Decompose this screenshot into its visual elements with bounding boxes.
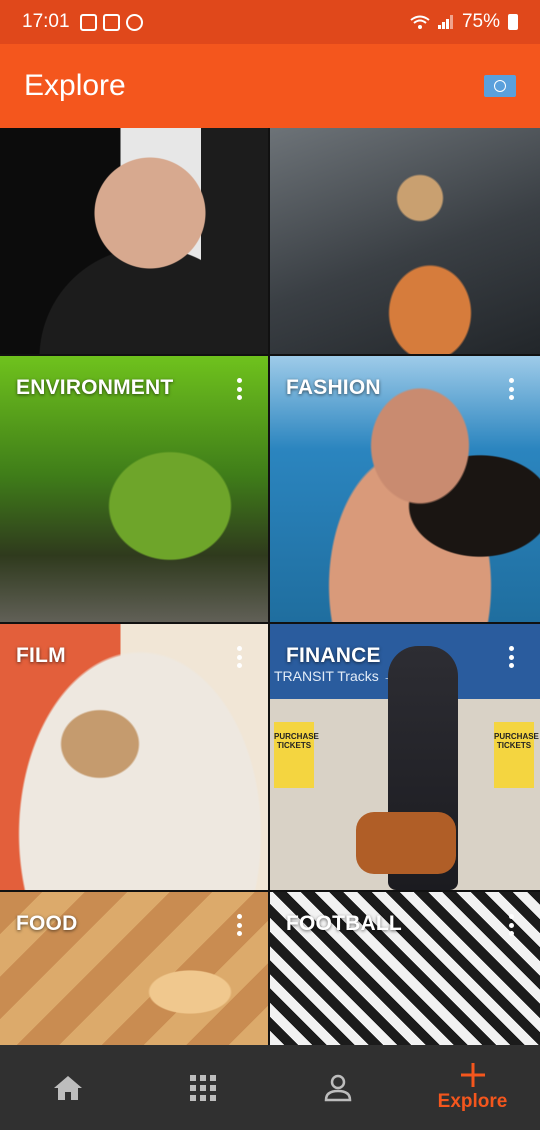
photo-bag [356, 812, 456, 874]
nav-explore-label: Explore [437, 1090, 508, 1112]
grid-icon [189, 1074, 216, 1101]
more-options-icon[interactable] [236, 378, 242, 400]
nav-explore[interactable]: Explore [405, 1045, 540, 1130]
wifi-icon [410, 15, 430, 29]
checkbox-icon [102, 13, 120, 31]
status-notification-icons [79, 13, 143, 31]
ticket-sign-right: PURCHASE TICKETS [494, 722, 539, 788]
signal-icon [437, 15, 453, 29]
battery-icon [508, 14, 518, 30]
bottom-nav: Explore [0, 1045, 540, 1130]
category-tile[interactable] [270, 128, 540, 354]
more-options-icon[interactable] [236, 914, 242, 936]
category-tile-football[interactable]: FOOTBALL [270, 892, 540, 1045]
more-options-icon[interactable] [508, 378, 514, 400]
battery-percentage: 75% [461, 11, 500, 32]
tile-label: FOOD [16, 912, 78, 935]
tile-label: FOOTBALL [286, 912, 402, 935]
page-title: Explore [24, 69, 126, 102]
more-options-icon[interactable] [236, 646, 242, 668]
category-tile-food[interactable]: FOOD [0, 892, 268, 1045]
more-options-icon[interactable] [508, 914, 514, 936]
gallery-icon [79, 13, 97, 31]
plus-icon [460, 1062, 485, 1087]
status-time: 17:01 [22, 11, 70, 32]
category-grid: ENVIRONMENT FASHION FILM TRANSIT Tracks … [0, 128, 540, 1045]
nav-categories[interactable] [135, 1045, 270, 1130]
ticket-sign-left: PURCHASE TICKETS [274, 722, 319, 788]
tile-label: ENVIRONMENT [16, 376, 174, 399]
category-tile-fashion[interactable]: FASHION [270, 356, 540, 622]
un-flag-icon[interactable] [484, 75, 516, 97]
nav-home[interactable] [0, 1045, 135, 1130]
status-bar: 17:01 75% [0, 0, 540, 44]
category-tile-finance[interactable]: TRANSIT Tracks → Elevator PURCHASE TICKE… [270, 624, 540, 890]
category-tile-film[interactable]: FILM [0, 624, 268, 890]
tile-label: FILM [16, 644, 66, 667]
globe-icon [494, 80, 506, 92]
profile-icon [324, 1074, 351, 1101]
app-notification-icon [125, 13, 143, 31]
app-bar: Explore [0, 44, 540, 128]
category-tile[interactable] [0, 128, 268, 354]
tile-label: FINANCE [286, 644, 381, 667]
status-right: 75% [410, 11, 518, 33]
category-tile-environment[interactable]: ENVIRONMENT [0, 356, 268, 622]
more-options-icon[interactable] [508, 646, 514, 668]
tile-label: FASHION [286, 376, 381, 399]
home-icon [53, 1075, 82, 1100]
nav-profile[interactable] [270, 1045, 405, 1130]
